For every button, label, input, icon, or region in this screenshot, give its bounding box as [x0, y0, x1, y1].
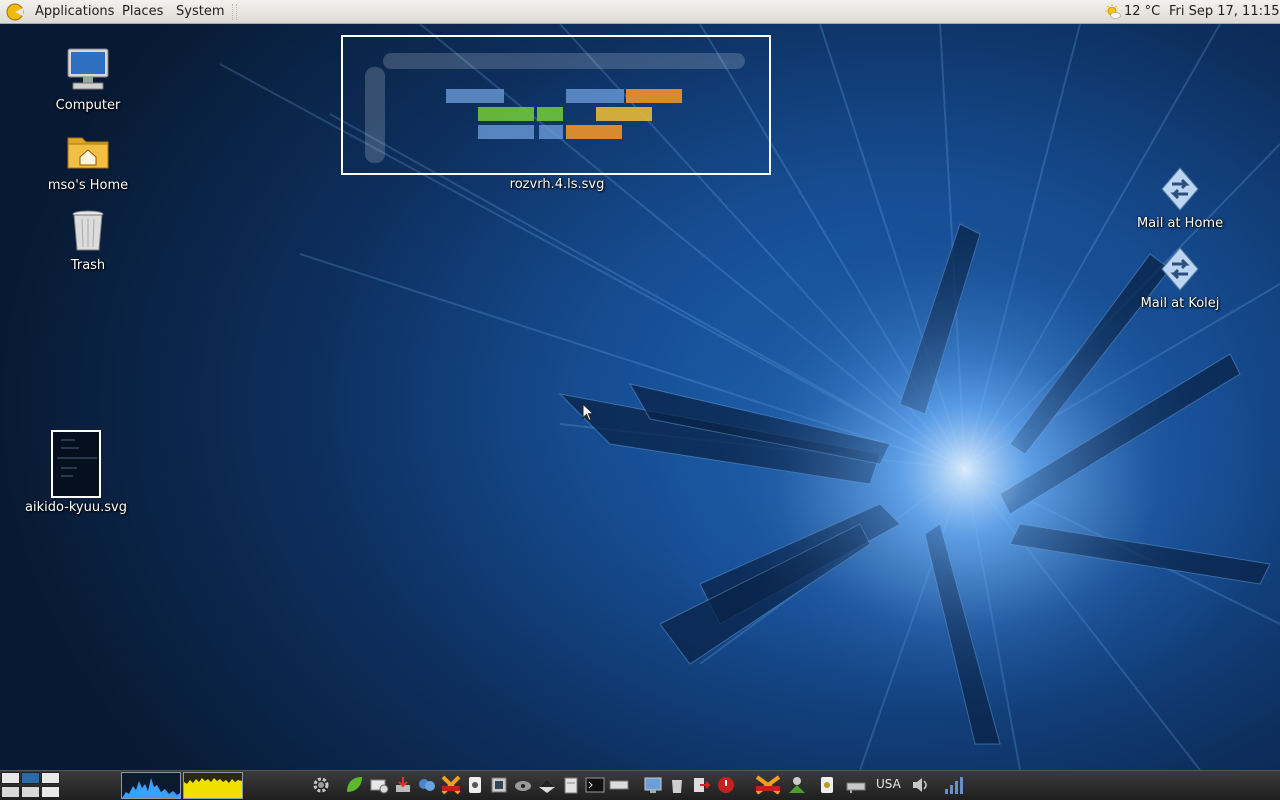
workspace-6[interactable] [41, 786, 60, 798]
mail-at-home-label: Mail at Home [1136, 216, 1224, 231]
computer-label: Computer [55, 98, 121, 113]
workspace-2[interactable] [21, 772, 40, 784]
computer-icon [67, 48, 109, 90]
settings-gear-icon[interactable] [311, 775, 331, 795]
media-player-icon[interactable] [465, 775, 485, 795]
distro-logo-icon[interactable] [6, 3, 24, 21]
cpu-monitor-graph[interactable] [121, 772, 181, 799]
signal-strength-icon[interactable] [943, 775, 963, 795]
home-folder-desktop-icon[interactable]: mso's Home [33, 126, 143, 194]
mail-launcher-icon [1161, 167, 1199, 211]
mail-at-home-launcher[interactable]: Mail at Home [1125, 166, 1235, 232]
user-status-icon[interactable] [787, 775, 807, 795]
places-menu[interactable]: Places [122, 0, 163, 24]
mail-at-kolej-label: Mail at Kolej [1140, 296, 1220, 311]
top-panel: Applications Places System 12 °C Fri Sep… [0, 0, 1280, 24]
logout-icon[interactable] [691, 775, 711, 795]
sun-cloud-icon[interactable] [1105, 4, 1121, 20]
mouse-pointer-icon [582, 403, 594, 422]
computer-desktop-icon[interactable]: Computer [33, 46, 143, 114]
screenshot-icon[interactable] [489, 775, 509, 795]
home-label: mso's Home [47, 178, 129, 193]
svg-preview-icon [365, 53, 745, 163]
power-icon[interactable] [716, 775, 736, 795]
workspace-4[interactable] [1, 786, 20, 798]
workspace-3[interactable] [41, 772, 60, 784]
bottom-panel: USA [0, 770, 1280, 800]
green-leaf-icon[interactable] [344, 775, 364, 795]
workspace-1[interactable] [1, 772, 20, 784]
clock[interactable]: Fri Sep 17, 11:15 [1169, 0, 1280, 24]
terminal-icon[interactable] [585, 775, 605, 795]
aikido-svg-file[interactable] [51, 430, 101, 498]
keyboard-icon[interactable] [609, 775, 629, 795]
panel-separator [232, 4, 237, 20]
home-folder-icon [67, 137, 109, 169]
hearts-icon[interactable] [417, 775, 437, 795]
mail-at-kolej-launcher[interactable]: Mail at Kolej [1125, 246, 1235, 312]
aikido-file-label: aikido-kyuu.svg [25, 500, 127, 515]
load-monitor-graph[interactable] [183, 772, 243, 799]
rozvrh-svg-file[interactable] [341, 35, 771, 175]
keyboard-layout-indicator[interactable]: USA [876, 777, 901, 791]
trash-label: Trash [70, 258, 106, 273]
applications-menu[interactable]: Applications [35, 0, 114, 24]
rozvrh-file-label: rozvrh.4.ls.svg [509, 177, 605, 192]
network-monitor-icon[interactable] [643, 775, 663, 795]
weather-temperature[interactable]: 12 °C [1124, 0, 1160, 24]
workspace-5[interactable] [21, 786, 40, 798]
chat-x-icon[interactable] [755, 775, 781, 795]
media-player-icon[interactable] [817, 775, 837, 795]
mail-launcher-icon [1161, 247, 1199, 291]
trash-icon [72, 210, 104, 251]
svg-preview-icon [57, 439, 97, 477]
image-viewer-icon[interactable] [513, 775, 533, 795]
documents-icon[interactable] [561, 775, 581, 795]
desktop-background[interactable]: Computer mso's Home Trash Mail at Home M… [0, 24, 1280, 770]
trash-can-icon[interactable] [667, 775, 687, 795]
mail-clock-icon[interactable] [369, 775, 389, 795]
system-menu[interactable]: System [176, 0, 224, 24]
network-card-icon[interactable] [846, 775, 866, 795]
trash-desktop-icon[interactable]: Trash [33, 206, 143, 274]
download-icon[interactable] [393, 775, 413, 795]
volume-icon[interactable] [910, 775, 930, 795]
chat-x-icon[interactable] [441, 775, 461, 795]
camera-icon[interactable] [537, 775, 557, 795]
